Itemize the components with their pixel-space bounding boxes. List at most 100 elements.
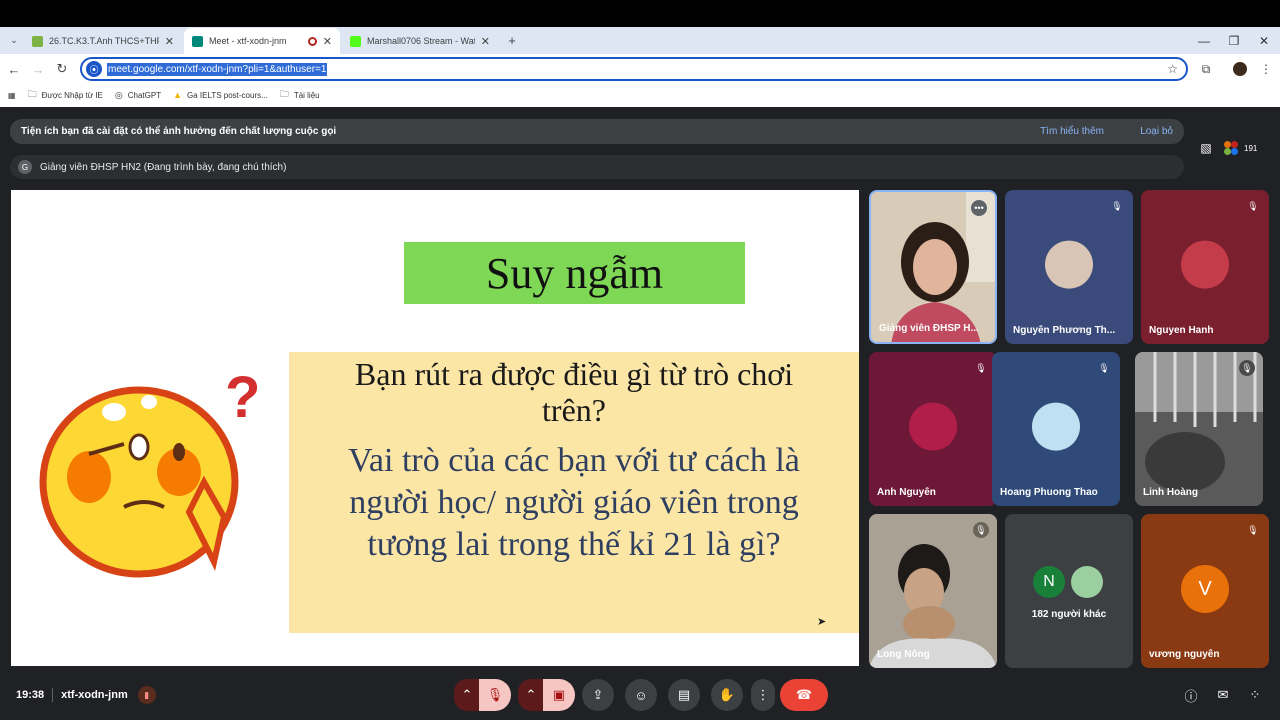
close-icon[interactable]: ✕ <box>481 35 490 48</box>
mic-off-icon: 🎙 <box>1109 198 1125 214</box>
bookmark-2[interactable]: ◎ ChatGPT <box>115 90 161 101</box>
participant-tile[interactable]: ••• Giảng viên ĐHSP H... <box>869 190 997 344</box>
participants-button[interactable]: 191 <box>1224 137 1257 159</box>
apps-icon[interactable]: ▦ <box>8 91 16 100</box>
forward-icon[interactable]: → <box>28 59 48 79</box>
profile-avatar[interactable] <box>1230 59 1250 79</box>
new-tab-icon[interactable]: + <box>502 30 522 50</box>
toolbar: ← → ↻ ⦿ meet.google.com/xtf-xodn-jnm?pli… <box>0 54 1280 83</box>
participant-name: Giảng viên ĐHSP H... <box>879 323 979 334</box>
participant-tile[interactable]: N 182 người khác <box>1005 514 1133 668</box>
camera-off-button[interactable]: ▣ <box>543 679 575 711</box>
meeting-info: 19:38 xtf-xodn-jnm ▮ <box>16 686 156 704</box>
clock: 19:38 <box>16 689 45 701</box>
participant-tile[interactable]: 🎙 Hoang Phuong Thao <box>992 352 1120 506</box>
folder-icon: 🗀 <box>279 89 289 99</box>
url-text[interactable]: meet.google.com/xtf-xodn-jnm?pli=1&authu… <box>107 62 328 76</box>
title-bar <box>0 0 1280 27</box>
participant-name: Nguyễn Phương Th... <box>1013 325 1116 336</box>
meeting-code: xtf-xodn-jnm <box>61 689 128 701</box>
info-icon[interactable]: ⓘ <box>1180 684 1202 706</box>
reload-icon[interactable]: ↻ <box>52 59 72 79</box>
participant-tile[interactable]: 🎙 Ánh Nguyễn <box>869 352 997 506</box>
participant-name: vương nguyễn <box>1149 649 1220 660</box>
participant-tile[interactable]: 🎙 Linh Hoàng <box>1135 352 1263 506</box>
site-info-icon[interactable]: ⦿ <box>86 61 102 77</box>
mic-off-icon: 🎙 <box>973 522 989 538</box>
tab-strip: ⌄ 26.TC.K3.T.Anh THCS+THPT – L ✕ Meet - … <box>0 27 1280 54</box>
tab-search-icon[interactable]: ⌄ <box>4 30 24 50</box>
presenter-text: Giảng viên ĐHSP HN2 (Đang trình bày, đan… <box>40 161 287 173</box>
bookmark-3[interactable]: ▲ Ga IELTS post-cours... <box>173 90 268 100</box>
more-options-button[interactable]: ⋮ <box>751 679 775 711</box>
avatar <box>1071 566 1103 598</box>
participant-tile[interactable]: 🎙 Long Nông <box>869 514 997 668</box>
presentation-slide: ? Suy ngẫm Bạn rút ra được điều gì từ tr… <box>11 190 859 666</box>
more-options-icon[interactable]: ••• <box>971 200 987 216</box>
close-icon[interactable]: ✕ <box>323 35 332 48</box>
thinking-mascot-image: ? <box>39 365 260 578</box>
participant-count: 191 <box>1244 143 1258 153</box>
presenter-avatar: G <box>18 160 32 174</box>
bookmark-4[interactable]: 🗀 Tài liệu <box>280 87 320 103</box>
recording-icon <box>307 36 317 46</box>
tab-title: 26.TC.K3.T.Anh THCS+THPT – L <box>49 36 159 46</box>
mic-off-icon: 🎙 <box>1245 522 1261 538</box>
avatar <box>1181 240 1229 289</box>
kick-icon <box>350 35 361 47</box>
tab-1[interactable]: 26.TC.K3.T.Anh THCS+THPT – L ✕ <box>24 28 182 54</box>
mic-off-icon: 🎙 <box>973 360 989 376</box>
menu-icon[interactable]: ⋮ <box>1256 59 1276 79</box>
bookmark-star-icon[interactable]: ☆ <box>1167 62 1178 76</box>
avatar: V <box>1181 565 1229 613</box>
tab-2[interactable]: Meet - xtf-xodn-jnm ✕ <box>184 28 340 54</box>
restore-icon[interactable]: ❐ <box>1218 27 1250 54</box>
minimize-icon[interactable]: — <box>1188 27 1220 54</box>
present-button[interactable]: ⇪ <box>582 679 614 711</box>
participant-name: Nguyen Hanh <box>1149 325 1214 336</box>
bookmark-label: Tài liệu <box>293 90 320 100</box>
remove-button[interactable]: Loại bỏ <box>1140 126 1173 137</box>
address-bar[interactable]: ⦿ meet.google.com/xtf-xodn-jnm?pli=1&aut… <box>80 57 1188 81</box>
back-icon[interactable]: ← <box>4 59 24 79</box>
activities-icon[interactable]: ⁘ <box>1244 684 1266 706</box>
close-icon[interactable]: ✕ <box>165 35 174 48</box>
video-options-chevron[interactable]: ⌃ <box>518 679 544 711</box>
participant-name: Linh Hoàng <box>1143 487 1198 498</box>
control-bar: 19:38 xtf-xodn-jnm ▮ ⌃ 🎙 ⌃ ▣ ⇪ ☺ ▤ ✋ ⋮ ☎… <box>0 670 1280 720</box>
avatar <box>1045 240 1093 289</box>
bookmark-label: ChatGPT <box>127 90 162 100</box>
question-1: Bạn rút ra được điều gì từ trò chơi trên… <box>354 356 794 428</box>
recording-icon: ▮ <box>137 686 156 704</box>
bookmark-1[interactable]: 🗀 Được Nhập từ IE <box>28 87 103 103</box>
hide-self-view-icon[interactable]: ▧ <box>1196 138 1216 158</box>
tab-3[interactable]: Marshall0706 Stream - Watch L ✕ <box>342 28 498 54</box>
avatar: N <box>1033 566 1065 598</box>
tab-title: Marshall0706 Stream - Watch L <box>367 36 475 46</box>
participant-tile[interactable]: V 🎙 vương nguyễn <box>1141 514 1269 668</box>
others-count: 182 người khác <box>1031 609 1107 620</box>
mic-off-button[interactable]: 🎙 <box>479 679 511 711</box>
captions-button[interactable]: ▤ <box>668 679 700 711</box>
audio-options-chevron[interactable]: ⌃ <box>454 679 480 711</box>
participant-name: Hoang Phuong Thao <box>1000 487 1098 498</box>
leave-call-button[interactable]: ☎ <box>780 679 828 711</box>
question-box: Bạn rút ra được điều gì từ trò chơi trên… <box>289 352 859 633</box>
extensions-icon[interactable]: ⧉ <box>1196 59 1216 79</box>
chat-icon[interactable]: ✉ <box>1212 684 1234 706</box>
meet-icon <box>192 35 203 47</box>
participant-tile[interactable]: 🎙 Nguyễn Phương Th... <box>1005 190 1133 344</box>
reactions-button[interactable]: ☺ <box>625 679 657 711</box>
drive-icon: ▲ <box>173 90 183 100</box>
participant-name: Long Nông <box>877 649 930 660</box>
avatar <box>1032 402 1080 451</box>
bookmark-label: Được Nhập từ IE <box>41 90 103 100</box>
participant-tile[interactable]: 🎙 Nguyen Hanh <box>1141 190 1269 344</box>
raise-hand-button[interactable]: ✋ <box>711 679 743 711</box>
learn-more-link[interactable]: Tìm hiểu thêm <box>1040 126 1104 137</box>
chatgpt-icon: ◎ <box>114 89 123 100</box>
close-window-icon[interactable]: ✕ <box>1248 27 1280 54</box>
tab-title: Meet - xtf-xodn-jnm <box>209 36 287 46</box>
folder-icon: 🗀 <box>27 89 37 99</box>
svg-text:?: ? <box>225 365 260 430</box>
